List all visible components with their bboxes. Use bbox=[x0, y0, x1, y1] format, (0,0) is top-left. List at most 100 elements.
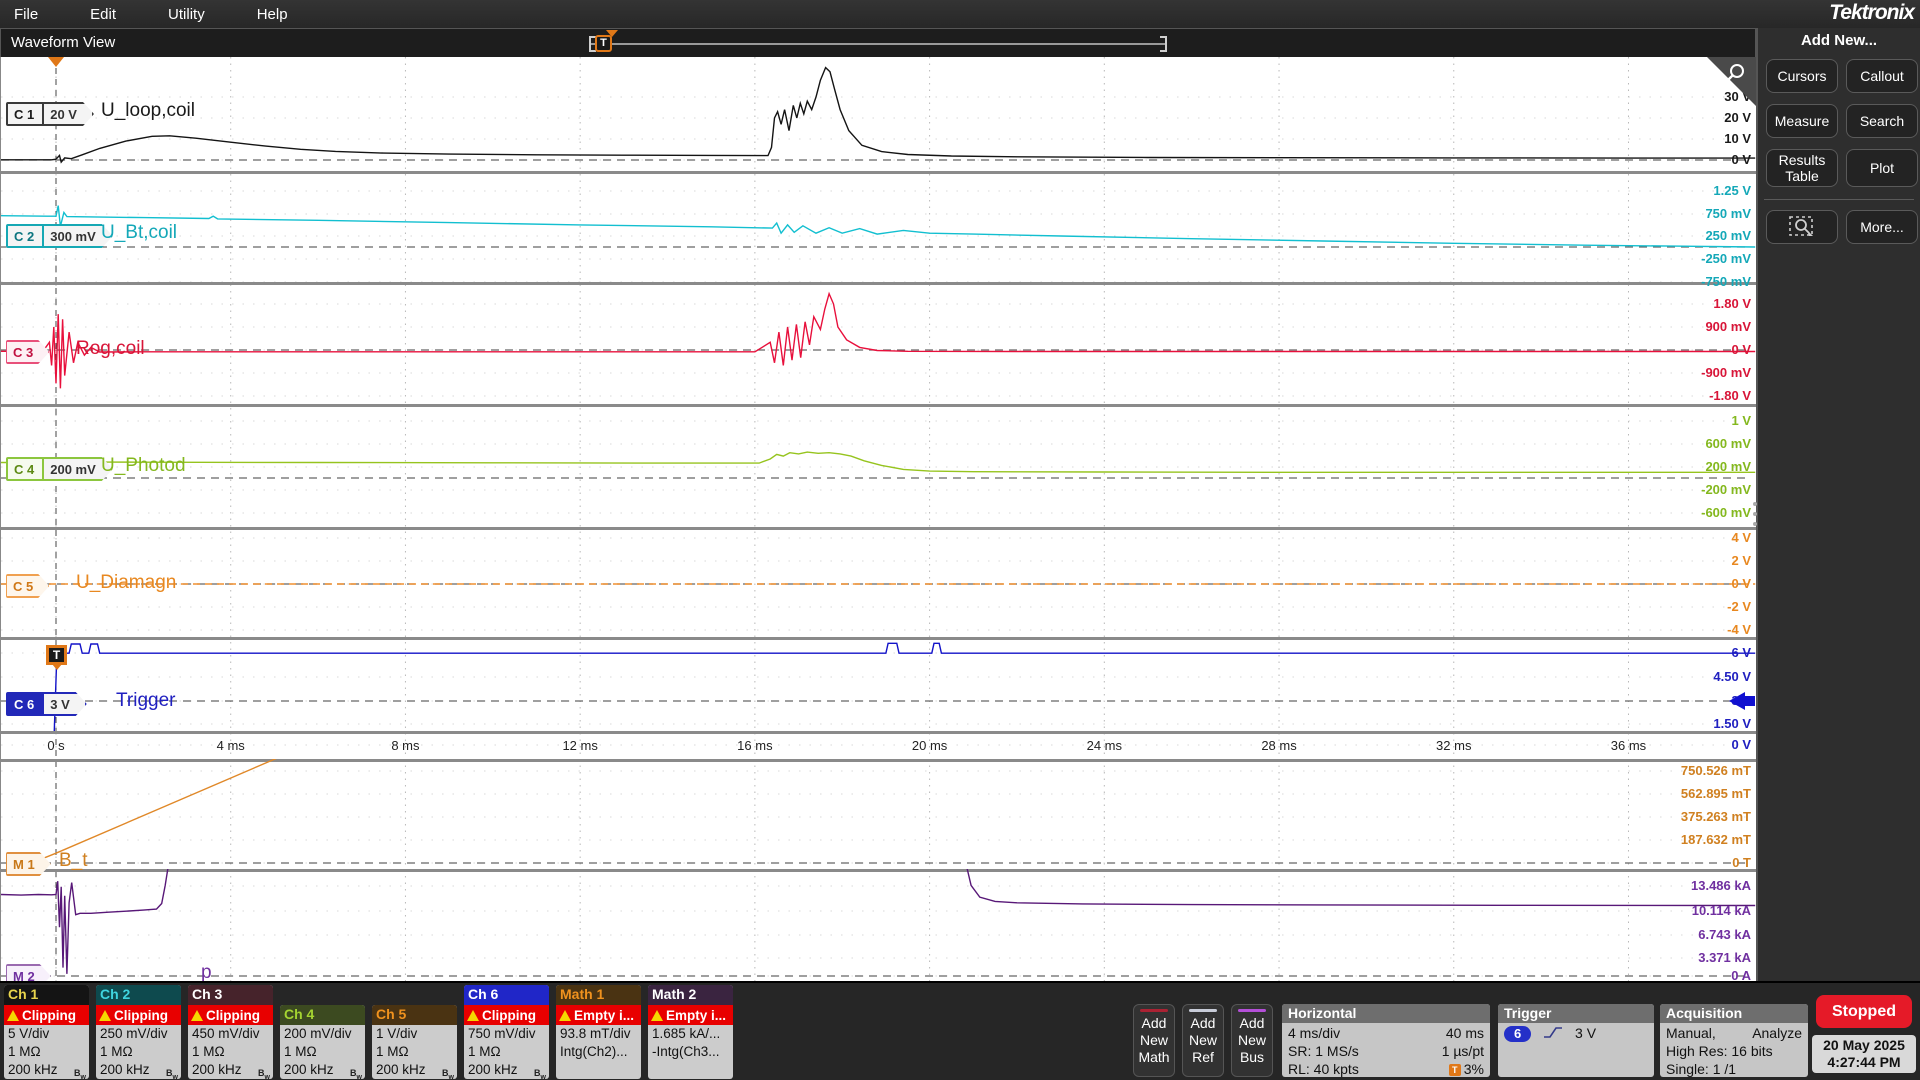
channel-card-row: 750 mV/div bbox=[464, 1025, 549, 1043]
axis-label-math2: 13.486 kA bbox=[1601, 878, 1751, 893]
channel-badge-ch1[interactable]: C 120 V bbox=[6, 102, 94, 126]
acquisition-panel[interactable]: Acquisition Manual,AnalyzeHigh Res: 16 b… bbox=[1660, 1004, 1808, 1077]
channel-card-row: 5 V/div bbox=[4, 1025, 89, 1043]
axis-label-ch3: 0 V bbox=[1601, 342, 1751, 357]
axis-label-ch6: 4.50 V bbox=[1601, 669, 1751, 684]
channel-card-ch3[interactable]: Ch 3Clipping450 mV/div1 MΩ200 kHzBw bbox=[188, 985, 273, 1079]
channel-card-row: 93.8 mT/div bbox=[556, 1025, 641, 1043]
bandwidth-limit-badge: Bw bbox=[258, 1064, 270, 1079]
time-axis-label: 8 ms bbox=[365, 738, 445, 753]
axis-label-math1: 562.895 mT bbox=[1601, 786, 1751, 801]
waveform-trace-ch2 bbox=[1, 171, 1756, 282]
time-axis-label: 4 ms bbox=[191, 738, 271, 753]
clipping-warning: Empty i... bbox=[648, 1005, 733, 1025]
add-new-ref-button[interactable]: AddNewRef bbox=[1182, 1004, 1224, 1077]
channel-card-row: 200 kHzBw bbox=[372, 1061, 457, 1079]
add-new-bus-button[interactable]: AddNewBus bbox=[1231, 1004, 1273, 1077]
channel-card-ch1[interactable]: Ch 1Clipping5 V/div1 MΩ200 kHzBw bbox=[4, 985, 89, 1079]
channel-card-row: 200 kHzBw bbox=[280, 1061, 365, 1079]
trigger-level-arrow[interactable] bbox=[1729, 692, 1745, 710]
search-button[interactable]: Search bbox=[1846, 104, 1918, 138]
horizontal-row: SR: 1 MS/s 1 µs/pt bbox=[1288, 1042, 1484, 1060]
channel-card-row: 200 kHzBw bbox=[464, 1061, 549, 1079]
channel-card-ch4[interactable]: Ch 4200 mV/div1 MΩ200 kHzBw bbox=[280, 1005, 365, 1079]
waveform-plot-area[interactable]: 30 V20 V10 V0 VC 120 VU_loop,coil1.25 V7… bbox=[0, 57, 1756, 981]
channel-card-math2[interactable]: Math 2Empty i...1.685 kA/...-Intg(Ch3... bbox=[648, 985, 733, 1079]
measure-button[interactable]: Measure bbox=[1766, 104, 1838, 138]
axis-label-ch3: -1.80 V bbox=[1601, 388, 1751, 403]
cursors-button[interactable]: Cursors bbox=[1766, 59, 1838, 93]
horizontal-value: SR: 1 MS/s bbox=[1288, 1042, 1359, 1060]
axis-label-ch4: -200 mV bbox=[1601, 482, 1751, 497]
trigger-panel[interactable]: Trigger 6 3 V bbox=[1498, 1004, 1654, 1077]
channel-badge-ch4[interactable]: C 4200 mV bbox=[6, 457, 113, 481]
channel-card-ch2[interactable]: Ch 2Clipping250 mV/div1 MΩ200 kHzBw bbox=[96, 985, 181, 1079]
channel-card-row: Intg(Ch2)... bbox=[556, 1043, 641, 1061]
results-table-button[interactable]: Results Table bbox=[1766, 149, 1838, 187]
horizontal-position-minimap[interactable]: T bbox=[589, 35, 1167, 53]
menu-item-utility[interactable]: Utility bbox=[154, 6, 219, 23]
channel-label-ch4: U_Photod bbox=[101, 455, 186, 477]
horizontal-value: 4 ms/div bbox=[1288, 1024, 1340, 1042]
minimap-trigger-icon[interactable]: T bbox=[595, 35, 612, 52]
channel-card-ch5[interactable]: Ch 51 V/div1 MΩ200 kHzBw bbox=[372, 1005, 457, 1079]
horizontal-row: RL: 40 kptsT3% bbox=[1288, 1060, 1484, 1077]
bandwidth-limit-badge: Bw bbox=[166, 1064, 178, 1079]
channel-label-ch1: U_loop,coil bbox=[101, 100, 195, 122]
waveform-trace-ch6 bbox=[1, 637, 1756, 731]
acquisition-row: Single: 1 /1 bbox=[1666, 1060, 1802, 1077]
callout-button[interactable]: Callout bbox=[1846, 59, 1918, 93]
waveform-trace-ch1 bbox=[1, 57, 1756, 171]
warning-triangle-icon bbox=[559, 1010, 571, 1021]
channel-badge-name: C 1 bbox=[6, 102, 43, 126]
axis-label-ch4: 1 V bbox=[1601, 413, 1751, 428]
channel-card-title: Math 2 bbox=[648, 985, 733, 1005]
axis-label-ch6: 6 V bbox=[1601, 645, 1751, 660]
zoom-select-button[interactable] bbox=[1766, 210, 1838, 244]
channel-card-ch6[interactable]: Ch 6Clipping750 mV/div1 MΩ200 kHzBw bbox=[464, 985, 549, 1079]
datetime-display: 20 May 2025 4:27:44 PM bbox=[1812, 1035, 1916, 1073]
acquisition-value: Manual, bbox=[1666, 1024, 1716, 1042]
menu-item-file[interactable]: File bbox=[0, 6, 52, 23]
channel-card-math1[interactable]: Math 1Empty i...93.8 mT/divIntg(Ch2)... bbox=[556, 985, 641, 1079]
channel-label-ch6: Trigger bbox=[116, 690, 175, 712]
axis-label-math1: 187.632 mT bbox=[1601, 832, 1751, 847]
menu-item-edit[interactable]: Edit bbox=[76, 6, 130, 23]
axis-label-ch3: 1.80 V bbox=[1601, 296, 1751, 311]
add-new-title: Add New... bbox=[1758, 32, 1920, 49]
channel-badge-ch6[interactable]: C 63 V bbox=[6, 692, 87, 716]
plot-button[interactable]: Plot bbox=[1846, 149, 1918, 187]
axis-label-ch5: -4 V bbox=[1601, 622, 1751, 637]
axis-label-ch4: 600 mV bbox=[1601, 436, 1751, 451]
panel-splitter-grip[interactable] bbox=[1753, 502, 1759, 526]
add-new-math-button[interactable]: AddNewMath bbox=[1133, 1004, 1175, 1077]
axis-label-math1: 375.263 mT bbox=[1601, 809, 1751, 824]
axis-label-ch2: -250 mV bbox=[1601, 251, 1751, 266]
clipping-warning: Clipping bbox=[188, 1005, 273, 1025]
date-text: 20 May 2025 bbox=[1812, 1037, 1916, 1054]
menu-item-help[interactable]: Help bbox=[243, 6, 302, 23]
minimap-line bbox=[589, 43, 1167, 45]
channel-card-title: Math 1 bbox=[556, 985, 641, 1005]
button-stripe bbox=[1140, 1009, 1168, 1012]
axis-label-ch1: 30 V bbox=[1601, 89, 1751, 104]
channel-card-row: 450 mV/div bbox=[188, 1025, 273, 1043]
acquisition-row: High Res: 16 bits bbox=[1666, 1042, 1802, 1060]
channel-badge-ch2[interactable]: C 2300 mV bbox=[6, 224, 113, 248]
channel-label-ch2: U_Bt,coil bbox=[101, 222, 177, 244]
horizontal-panel[interactable]: Horizontal 4 ms/div40 msSR: 1 MS/s1 µs/p… bbox=[1282, 1004, 1490, 1077]
zoom-select-icon bbox=[1789, 216, 1815, 238]
waveform-trace-ch5 bbox=[1, 527, 1756, 637]
axis-label-ch1: 20 V bbox=[1601, 110, 1751, 125]
channel-card-row: 1 MΩ bbox=[372, 1043, 457, 1061]
horizontal-value: 1 µs/pt bbox=[1442, 1042, 1484, 1060]
acquisition-value: Single: 1 /1 bbox=[1666, 1060, 1736, 1077]
axis-label-ch5: -2 V bbox=[1601, 599, 1751, 614]
trigger-top-indicator[interactable] bbox=[48, 57, 64, 67]
minimap-right-bracket[interactable] bbox=[1160, 36, 1167, 52]
run-stop-status[interactable]: Stopped bbox=[1816, 995, 1912, 1028]
trigger-position-marker[interactable]: T bbox=[46, 645, 67, 665]
trigger-mini-icon: T bbox=[1449, 1064, 1461, 1076]
more-button[interactable]: More... bbox=[1846, 210, 1918, 244]
band-divider bbox=[1, 731, 1756, 734]
